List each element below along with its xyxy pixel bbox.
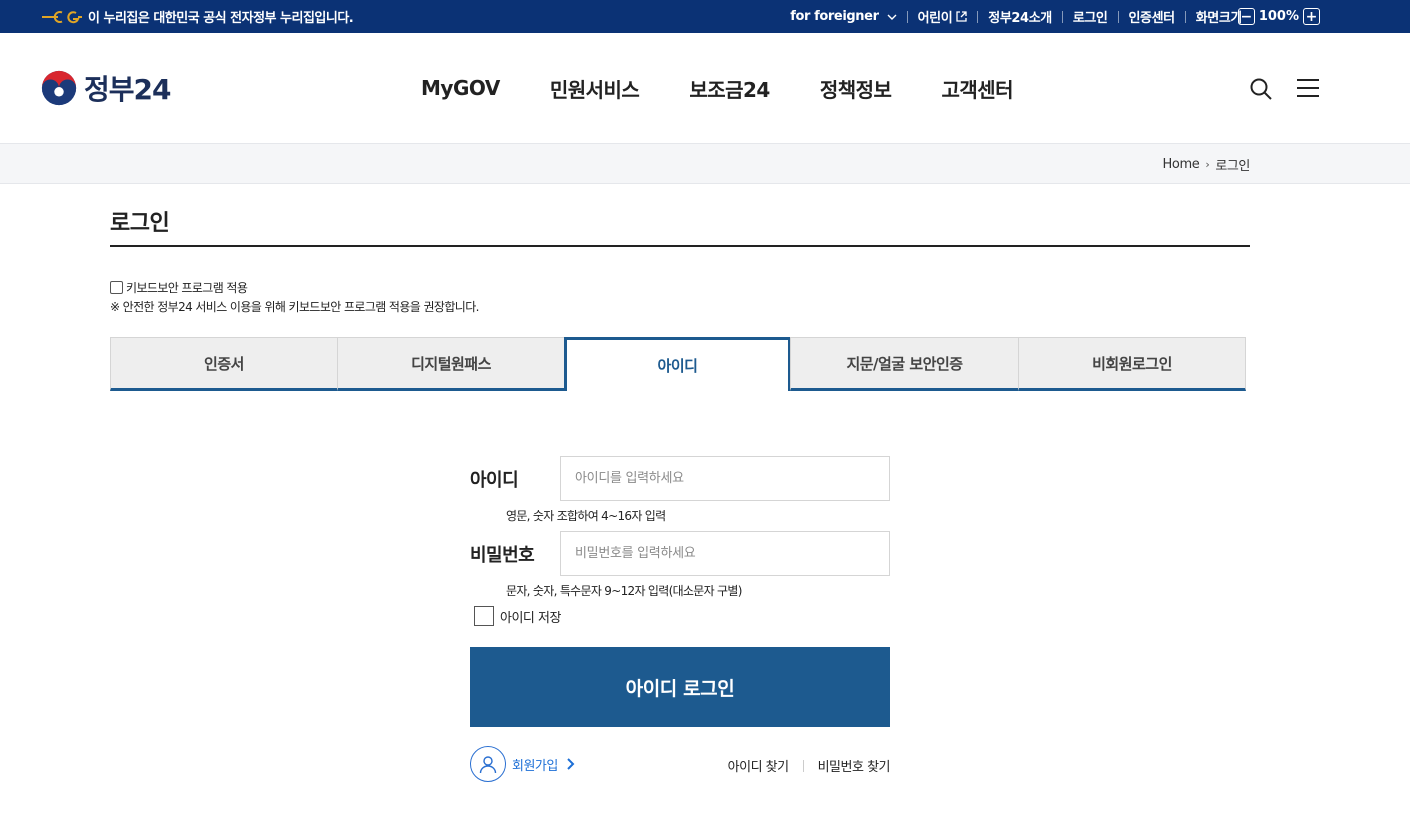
id-label: 아이디 [470, 470, 519, 491]
zoom-out-button[interactable]: − [1237, 8, 1255, 25]
zoom-level: 100% [1258, 9, 1299, 24]
password-input[interactable] [560, 531, 890, 576]
gov-topbar: 이 누리집은 대한민국 공식 전자정부 누리집입니다. for foreigne… [0, 0, 1410, 33]
title-divider [110, 245, 1250, 247]
screen-size-label: 화면크기 [1195, 11, 1243, 26]
logo-text: 정부24 [84, 73, 171, 106]
chevron-right-icon [567, 758, 575, 770]
tab-guest-login[interactable]: 비회원로그인 [1018, 337, 1246, 391]
login-tabs: 인증서 디지털원패스 아이디 지문/얼굴 보안인증 비회원로그인 [110, 337, 1246, 391]
save-id-label: 아이디 저장 [500, 610, 561, 626]
tab-certificate[interactable]: 인증서 [110, 337, 338, 391]
keyboard-security-note: ※ 안전한 정부24 서비스 이용을 위해 키보드보안 프로그램 적용을 권장합… [110, 300, 479, 314]
id-hint: 영문, 숫자 조합하여 4~16자 입력 [506, 509, 666, 523]
cert-center-link[interactable]: 인증센터 [1129, 7, 1176, 26]
main-nav: MyGOV 민원서비스 보조금24 정책정보 고객센터 [421, 33, 1063, 143]
breadcrumb-current: 로그인 [1215, 158, 1250, 174]
user-icon [470, 746, 506, 782]
search-icon[interactable] [1249, 77, 1273, 101]
egov-logo-icon [42, 10, 82, 23]
join-label: 회원가입 [512, 758, 558, 774]
page-title: 로그인 [110, 211, 170, 236]
breadcrumb: Home › 로그인 [1163, 144, 1251, 184]
password-hint: 문자, 숫자, 특수문자 9~12자 입력(대소문자 구별) [506, 584, 742, 598]
tab-digital-onepass[interactable]: 디지털원패스 [337, 337, 565, 391]
gov-notice-text: 이 누리집은 대한민국 공식 전자정부 누리집입니다. [88, 11, 354, 26]
login-link[interactable]: 로그인 [1073, 7, 1108, 26]
nav-customer-center[interactable]: 고객센터 [941, 74, 1013, 103]
save-id-checkbox[interactable] [474, 606, 494, 626]
gov-notice: 이 누리집은 대한민국 공식 전자정부 누리집입니다. [40, 0, 354, 33]
zoom-in-button[interactable]: + [1303, 8, 1320, 25]
nav-policy-info[interactable]: 정책정보 [820, 74, 892, 103]
kids-label: 어린이 [917, 11, 953, 26]
about-link[interactable]: 정부24소개 [988, 7, 1052, 26]
find-id-link[interactable]: 아이디 찾기 [728, 756, 789, 775]
find-password-link[interactable]: 비밀번호 찾기 [818, 756, 891, 775]
keyboard-security-label: 키보드보안 프로그램 적용 [126, 281, 248, 295]
keyboard-security-row[interactable]: 키보드보안 프로그램 적용 [110, 279, 248, 296]
join-link[interactable]: 회원가입 [470, 746, 576, 782]
nav-civil-service[interactable]: 민원서비스 [550, 74, 640, 103]
tab-biometric[interactable]: 지문/얼굴 보안인증 [790, 337, 1019, 391]
site-header: 정부24 MyGOV 민원서비스 보조금24 정책정보 고객센터 [0, 33, 1410, 143]
breadcrumb-bar: Home › 로그인 [0, 143, 1410, 184]
foreigner-label: for foreigner [790, 9, 879, 24]
save-id-row[interactable]: 아이디 저장 [474, 606, 561, 626]
breadcrumb-home[interactable]: Home [1163, 157, 1200, 172]
hamburger-menu-icon[interactable] [1297, 78, 1319, 98]
chevron-down-icon [887, 14, 897, 20]
keyboard-security-checkbox[interactable] [110, 281, 123, 294]
external-link-icon [956, 11, 967, 22]
nav-mygov[interactable]: MyGOV [421, 76, 500, 100]
taegeuk-logo-icon [41, 70, 77, 106]
find-links: 아이디 찾기 비밀번호 찾기 [728, 756, 891, 775]
id-input[interactable] [560, 456, 890, 501]
chevron-right-icon: › [1205, 157, 1210, 171]
kids-link[interactable]: 어린이 [918, 7, 968, 26]
foreigner-dropdown[interactable]: for foreigner [790, 9, 897, 24]
tab-id[interactable]: 아이디 [564, 337, 791, 391]
password-label: 비밀번호 [470, 545, 535, 566]
id-login-button[interactable]: 아이디 로그인 [470, 647, 890, 727]
nav-subsidy24[interactable]: 보조금24 [689, 74, 770, 103]
utility-nav: for foreigner 어린이 정부24소개 로그인 인증센터 화면크기 [790, 0, 1242, 33]
site-logo[interactable]: 정부24 [40, 68, 171, 108]
zoom-control: − 100% + [1237, 0, 1320, 33]
